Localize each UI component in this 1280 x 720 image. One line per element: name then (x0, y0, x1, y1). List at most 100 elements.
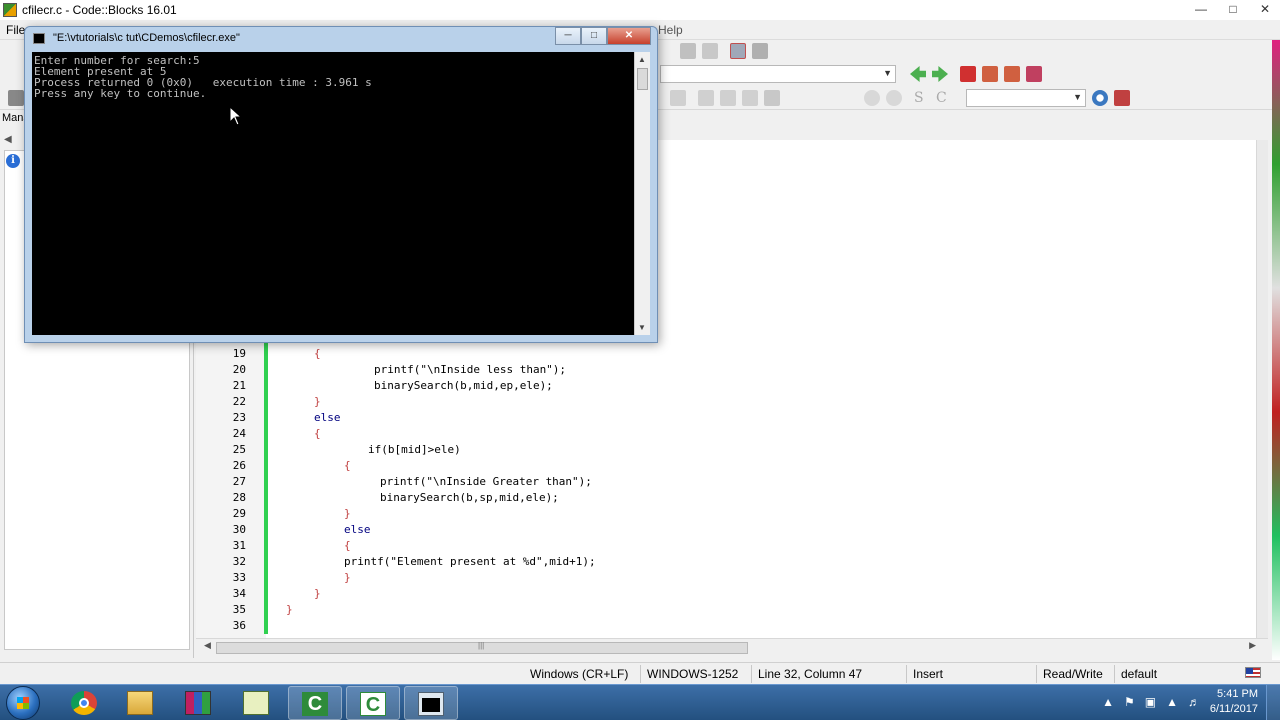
code-text: { (344, 539, 351, 552)
minimize-icon[interactable]: ─ (555, 27, 581, 45)
maximize-icon[interactable]: □ (1226, 2, 1240, 16)
info-window-icon[interactable] (752, 43, 768, 59)
line-number: 30 (232, 523, 246, 536)
device-icon[interactable]: ▣ (1145, 695, 1156, 709)
codeblocks-icon[interactable]: C (346, 686, 400, 720)
show-desktop-button[interactable] (1266, 685, 1280, 720)
code-line[interactable]: 35} (196, 602, 1256, 618)
explorer-icon[interactable] (114, 686, 168, 720)
line-number: 36 (232, 619, 246, 632)
main-titlebar[interactable]: cfilecr.c - Code::Blocks 16.01 — □ ✕ (0, 0, 1280, 20)
settings-icon[interactable] (1114, 90, 1130, 106)
console-window[interactable]: "E:\vtutorials\c tut\CDemos\cfilecr.exe"… (24, 26, 658, 343)
code-line[interactable]: 19 { (196, 346, 1256, 362)
status-profile: default (1121, 667, 1158, 681)
line-number: 20 (232, 363, 246, 376)
scroll-right-icon[interactable]: ▶ (1249, 640, 1256, 651)
line-number: 24 (232, 427, 246, 440)
comment-icon[interactable] (720, 90, 736, 106)
notepad-icon[interactable] (230, 686, 284, 720)
bookmark-next-icon[interactable] (1004, 66, 1020, 82)
maximize-icon[interactable]: □ (581, 27, 607, 45)
code-line[interactable]: 28 binarySearch(b,sp,mid,ele); (196, 490, 1256, 506)
menu-file[interactable]: File (6, 23, 25, 37)
code-line[interactable]: 24 { (196, 426, 1256, 442)
scroll-up-icon[interactable]: ▲ (638, 55, 646, 64)
menu-help[interactable]: Help (658, 23, 683, 37)
code-text: printf("\nInside Greater than"); (380, 475, 592, 488)
s-icon[interactable]: S (914, 90, 930, 106)
start-button[interactable] (6, 686, 40, 720)
debug-window-icon[interactable] (730, 43, 746, 59)
code-line[interactable]: 31 { (196, 538, 1256, 554)
tool-icon[interactable] (8, 90, 24, 106)
line-number: 19 (232, 347, 246, 360)
close-icon[interactable]: ✕ (1258, 2, 1272, 16)
scroll-down-icon[interactable]: ▼ (638, 323, 646, 332)
chrome-icon[interactable] (58, 686, 112, 720)
network-icon[interactable]: ▲ (1166, 695, 1178, 709)
code-line[interactable]: 26 { (196, 458, 1256, 474)
scroll-left-icon[interactable]: ◀ (204, 640, 211, 651)
code-line[interactable]: 20 printf("\nInside less than"); (196, 362, 1256, 378)
panel-left-arrow-icon[interactable]: ◀ (4, 134, 12, 145)
code-line[interactable]: 30 else (196, 522, 1256, 538)
symbol-dropdown[interactable]: ▼ (660, 65, 896, 83)
horizontal-scrollbar[interactable]: ◀ ||| ▶ (196, 638, 1268, 656)
bookmark-prev-icon[interactable] (982, 66, 998, 82)
bookmark-clear-icon[interactable] (1026, 66, 1042, 82)
code-line[interactable]: 34} (196, 586, 1256, 602)
block-icon[interactable] (670, 90, 686, 106)
keyboard-flag-icon[interactable] (1245, 667, 1261, 678)
code-text: { (314, 347, 321, 360)
volume-icon[interactable]: ♬ (1188, 695, 1200, 709)
flag-icon[interactable]: ⚑ (1124, 695, 1135, 709)
c-icon[interactable]: C (936, 90, 952, 106)
console-titlebar[interactable]: "E:\vtutorials\c tut\CDemos\cfilecr.exe"… (25, 27, 657, 51)
stop-icon[interactable] (702, 43, 718, 59)
toggle-icon[interactable] (764, 90, 780, 106)
status-bar: Windows (CR+LF) WINDOWS-1252 Line 32, Co… (0, 662, 1280, 684)
minimize-icon[interactable]: — (1194, 2, 1208, 16)
search-icon[interactable] (1092, 90, 1108, 106)
code-line[interactable]: 33} (196, 570, 1256, 586)
code-line[interactable]: 25 if(b[mid]>ele) (196, 442, 1256, 458)
console-output[interactable]: Enter number for search:5 Element presen… (32, 52, 634, 335)
status-line-endings: Windows (CR+LF) (530, 667, 629, 681)
winrar-icon[interactable] (172, 686, 226, 720)
forward-arrow-icon[interactable] (932, 66, 948, 82)
clock[interactable]: 5:41 PM 6/11/2017 (1210, 687, 1258, 717)
zoom-in-icon[interactable] (864, 90, 880, 106)
code-line[interactable]: 22} (196, 394, 1256, 410)
code-line[interactable]: 36 (196, 618, 1256, 634)
scroll-grip-icon: ||| (478, 641, 485, 650)
console-scroll-thumb[interactable] (637, 68, 648, 90)
pause-icon[interactable] (680, 43, 696, 59)
tray-expand-icon[interactable]: ▲ (1102, 695, 1114, 709)
close-icon[interactable]: ✕ (607, 27, 651, 45)
code-line[interactable]: 23 else (196, 410, 1256, 426)
code-line[interactable]: 32 printf("Element present at %d",mid+1); (196, 554, 1256, 570)
line-number: 21 (232, 379, 246, 392)
status-access: Read/Write (1043, 667, 1103, 681)
line-number: 23 (232, 411, 246, 424)
console-title: "E:\vtutorials\c tut\CDemos\cfilecr.exe" (53, 32, 240, 44)
status-separator (640, 665, 641, 683)
code-line[interactable]: 21 binarySearch(b,mid,ep,ele); (196, 378, 1256, 394)
zoom-out-icon[interactable] (886, 90, 902, 106)
indent-icon[interactable] (698, 90, 714, 106)
bookmark-toggle-icon[interactable] (960, 66, 976, 82)
uncomment-icon[interactable] (742, 90, 758, 106)
console-scrollbar[interactable]: ▲ ▼ (634, 52, 650, 335)
line-number: 32 (232, 555, 246, 568)
code-line[interactable]: 27 printf("\nInside Greater than"); (196, 474, 1256, 490)
code-line[interactable]: 29} (196, 506, 1256, 522)
vertical-scrollbar[interactable] (1256, 140, 1268, 638)
search-dropdown[interactable]: ▼ (966, 89, 1086, 107)
console-icon[interactable] (404, 686, 458, 720)
status-position: Line 32, Column 47 (758, 667, 863, 681)
codeblocks-icon[interactable]: C (288, 686, 342, 720)
code-text: printf("\nInside less than"); (374, 363, 567, 376)
code-text: else (314, 411, 341, 424)
back-arrow-icon[interactable] (910, 66, 926, 82)
